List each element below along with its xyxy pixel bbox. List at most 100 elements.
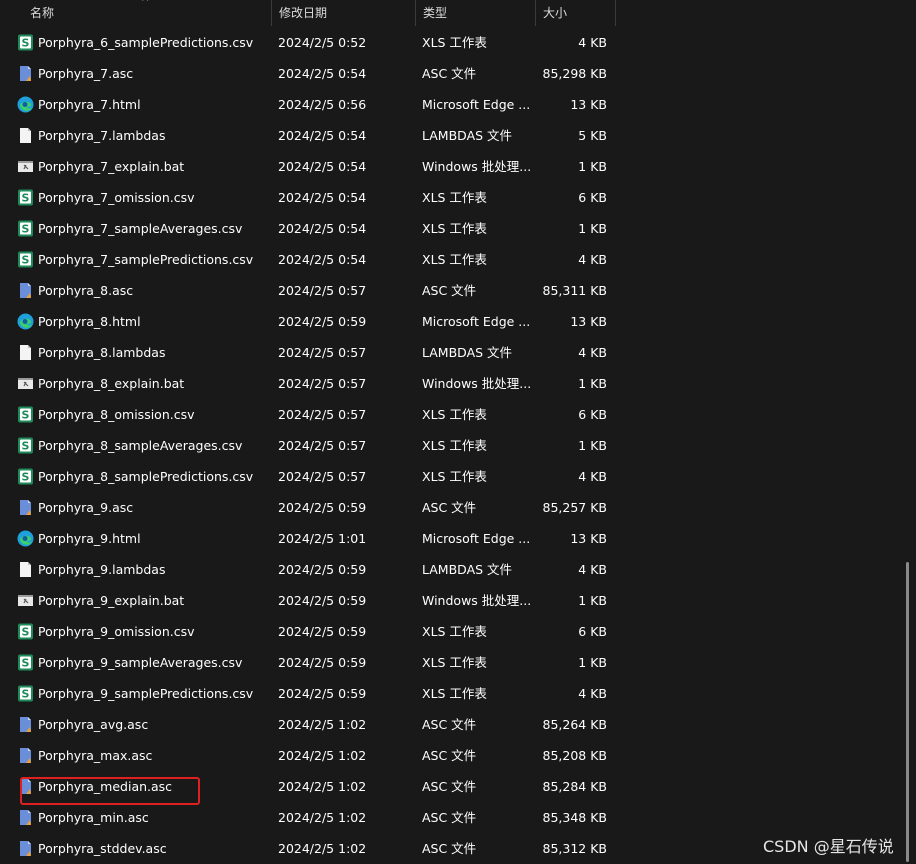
file-name: Porphyra_6_samplePredictions.csv xyxy=(38,35,254,50)
file-row[interactable]: S Porphyra_8_samplePredictions.csv 2024/… xyxy=(0,461,916,492)
file-name: Porphyra_7_sampleAverages.csv xyxy=(38,221,243,236)
csv-icon: S xyxy=(17,220,34,237)
file-type: XLS 工作表 xyxy=(422,469,487,484)
file-type: Microsoft Edge ... xyxy=(422,97,531,112)
svg-text:S: S xyxy=(22,471,30,484)
asc-file-icon xyxy=(17,65,34,82)
file-date-modified: 2024/2/5 1:02 xyxy=(278,717,367,732)
file-date-modified: 2024/2/5 1:02 xyxy=(278,779,367,794)
file-row[interactable]: Porphyra_8.asc 2024/2/5 0:57 ASC 文件 85,3… xyxy=(0,275,916,306)
file-name: Porphyra_8.html xyxy=(38,314,141,329)
file-name: Porphyra_9.html xyxy=(38,531,141,546)
svg-text:S: S xyxy=(22,254,30,267)
file-name: Porphyra_7_explain.bat xyxy=(38,159,185,174)
file-row[interactable]: S Porphyra_7_omission.csv 2024/2/5 0:54 … xyxy=(0,182,916,213)
file-type: ASC 文件 xyxy=(422,717,477,732)
column-header-date-modified[interactable]: 修改日期 xyxy=(271,0,415,26)
file-date-modified: 2024/2/5 0:57 xyxy=(278,469,367,484)
bat-icon xyxy=(17,592,34,609)
file-row[interactable]: Porphyra_max.asc 2024/2/5 1:02 ASC 文件 85… xyxy=(0,740,916,771)
file-name: Porphyra_max.asc xyxy=(38,748,153,763)
file-size: 1 KB xyxy=(578,655,607,670)
file-row[interactable]: S Porphyra_7_sampleAverages.csv 2024/2/5… xyxy=(0,213,916,244)
column-header-size[interactable]: 大小 xyxy=(535,0,615,26)
bat-icon xyxy=(17,375,34,392)
file-date-modified: 2024/2/5 0:57 xyxy=(278,283,367,298)
watermark: CSDN @星石传说 xyxy=(763,837,894,856)
file-row[interactable]: Porphyra_9.lambdas 2024/2/5 0:59 LAMBDAS… xyxy=(0,554,916,585)
file-type: Windows 批处理... xyxy=(422,376,532,391)
file-name: Porphyra_7.asc xyxy=(38,66,134,81)
file-size: 6 KB xyxy=(578,407,607,422)
edge-icon xyxy=(17,313,34,330)
file-size: 1 KB xyxy=(578,159,607,174)
file-row[interactable]: Porphyra_min.asc 2024/2/5 1:02 ASC 文件 85… xyxy=(0,802,916,833)
file-name: Porphyra_median.asc xyxy=(38,779,173,794)
file-type: LAMBDAS 文件 xyxy=(422,345,513,360)
file-row[interactable]: S Porphyra_8_sampleAverages.csv 2024/2/5… xyxy=(0,430,916,461)
file-type: ASC 文件 xyxy=(422,810,477,825)
file-row[interactable]: Porphyra_7.asc 2024/2/5 0:54 ASC 文件 85,2… xyxy=(0,58,916,89)
blank-file-icon xyxy=(17,344,34,361)
file-name: Porphyra_7.html xyxy=(38,97,141,112)
file-date-modified: 2024/2/5 0:59 xyxy=(278,624,367,639)
file-row[interactable]: Porphyra_9.asc 2024/2/5 0:59 ASC 文件 85,2… xyxy=(0,492,916,523)
bat-icon xyxy=(17,158,34,175)
file-size: 4 KB xyxy=(578,562,607,577)
file-row[interactable]: Porphyra_8.lambdas 2024/2/5 0:57 LAMBDAS… xyxy=(0,337,916,368)
file-row[interactable]: Porphyra_7.html 2024/2/5 0:56 Microsoft … xyxy=(0,89,916,120)
file-size: 85,264 KB xyxy=(542,717,607,732)
column-header-type[interactable]: 类型 xyxy=(415,0,535,26)
file-name: Porphyra_9.lambdas xyxy=(38,562,166,577)
file-date-modified: 2024/2/5 0:59 xyxy=(278,593,367,608)
file-row[interactable]: S Porphyra_9_sampleAverages.csv 2024/2/5… xyxy=(0,647,916,678)
file-row[interactable]: Porphyra_avg.asc 2024/2/5 1:02 ASC 文件 85… xyxy=(0,709,916,740)
column-divider[interactable] xyxy=(615,0,616,26)
file-row[interactable]: Porphyra_8_explain.bat 2024/2/5 0:57 Win… xyxy=(0,368,916,399)
csv-icon: S xyxy=(17,251,34,268)
file-row[interactable]: S Porphyra_7_samplePredictions.csv 2024/… xyxy=(0,244,916,275)
file-list: S Porphyra_6_samplePredictions.csv 2024/… xyxy=(0,27,916,864)
file-name: Porphyra_8_omission.csv xyxy=(38,407,195,422)
asc-file-icon xyxy=(17,778,34,795)
file-row[interactable]: S Porphyra_8_omission.csv 2024/2/5 0:57 … xyxy=(0,399,916,430)
file-date-modified: 2024/2/5 0:54 xyxy=(278,252,367,267)
svg-text:S: S xyxy=(22,37,30,50)
file-size: 85,311 KB xyxy=(542,283,607,298)
file-row[interactable]: Porphyra_7_explain.bat 2024/2/5 0:54 Win… xyxy=(0,151,916,182)
file-row[interactable]: S Porphyra_9_samplePredictions.csv 2024/… xyxy=(0,678,916,709)
file-type: ASC 文件 xyxy=(422,748,477,763)
file-type: ASC 文件 xyxy=(422,283,477,298)
file-type: ASC 文件 xyxy=(422,779,477,794)
file-name: Porphyra_8_samplePredictions.csv xyxy=(38,469,254,484)
csv-icon: S xyxy=(17,685,34,702)
file-type: Microsoft Edge ... xyxy=(422,531,531,546)
file-row[interactable]: Porphyra_9.html 2024/2/5 1:01 Microsoft … xyxy=(0,523,916,554)
file-row[interactable]: Porphyra_median.asc 2024/2/5 1:02 ASC 文件… xyxy=(0,771,916,802)
file-row[interactable]: Porphyra_7.lambdas 2024/2/5 0:54 LAMBDAS… xyxy=(0,120,916,151)
file-size: 85,298 KB xyxy=(542,66,607,81)
csv-icon: S xyxy=(17,468,34,485)
file-size: 85,348 KB xyxy=(542,810,607,825)
file-type: XLS 工作表 xyxy=(422,686,487,701)
file-date-modified: 2024/2/5 0:57 xyxy=(278,345,367,360)
file-type: XLS 工作表 xyxy=(422,190,487,205)
file-name: Porphyra_7_samplePredictions.csv xyxy=(38,252,254,267)
column-header-name[interactable]: 名称 xyxy=(22,0,271,26)
svg-text:S: S xyxy=(22,626,30,639)
file-size: 85,208 KB xyxy=(542,748,607,763)
file-row[interactable]: Porphyra_9_explain.bat 2024/2/5 0:59 Win… xyxy=(0,585,916,616)
blank-file-icon xyxy=(17,561,34,578)
file-type: ASC 文件 xyxy=(422,841,477,856)
file-size: 85,284 KB xyxy=(542,779,607,794)
file-type: XLS 工作表 xyxy=(422,655,487,670)
file-row[interactable]: S Porphyra_9_omission.csv 2024/2/5 0:59 … xyxy=(0,616,916,647)
file-size: 85,312 KB xyxy=(542,841,607,856)
file-row[interactable]: S Porphyra_6_samplePredictions.csv 2024/… xyxy=(0,27,916,58)
file-size: 1 KB xyxy=(578,593,607,608)
file-row[interactable]: Porphyra_8.html 2024/2/5 0:59 Microsoft … xyxy=(0,306,916,337)
vertical-scrollbar[interactable] xyxy=(906,562,909,862)
file-date-modified: 2024/2/5 0:52 xyxy=(278,35,367,50)
svg-text:S: S xyxy=(22,440,30,453)
file-name: Porphyra_stddev.asc xyxy=(38,841,167,856)
